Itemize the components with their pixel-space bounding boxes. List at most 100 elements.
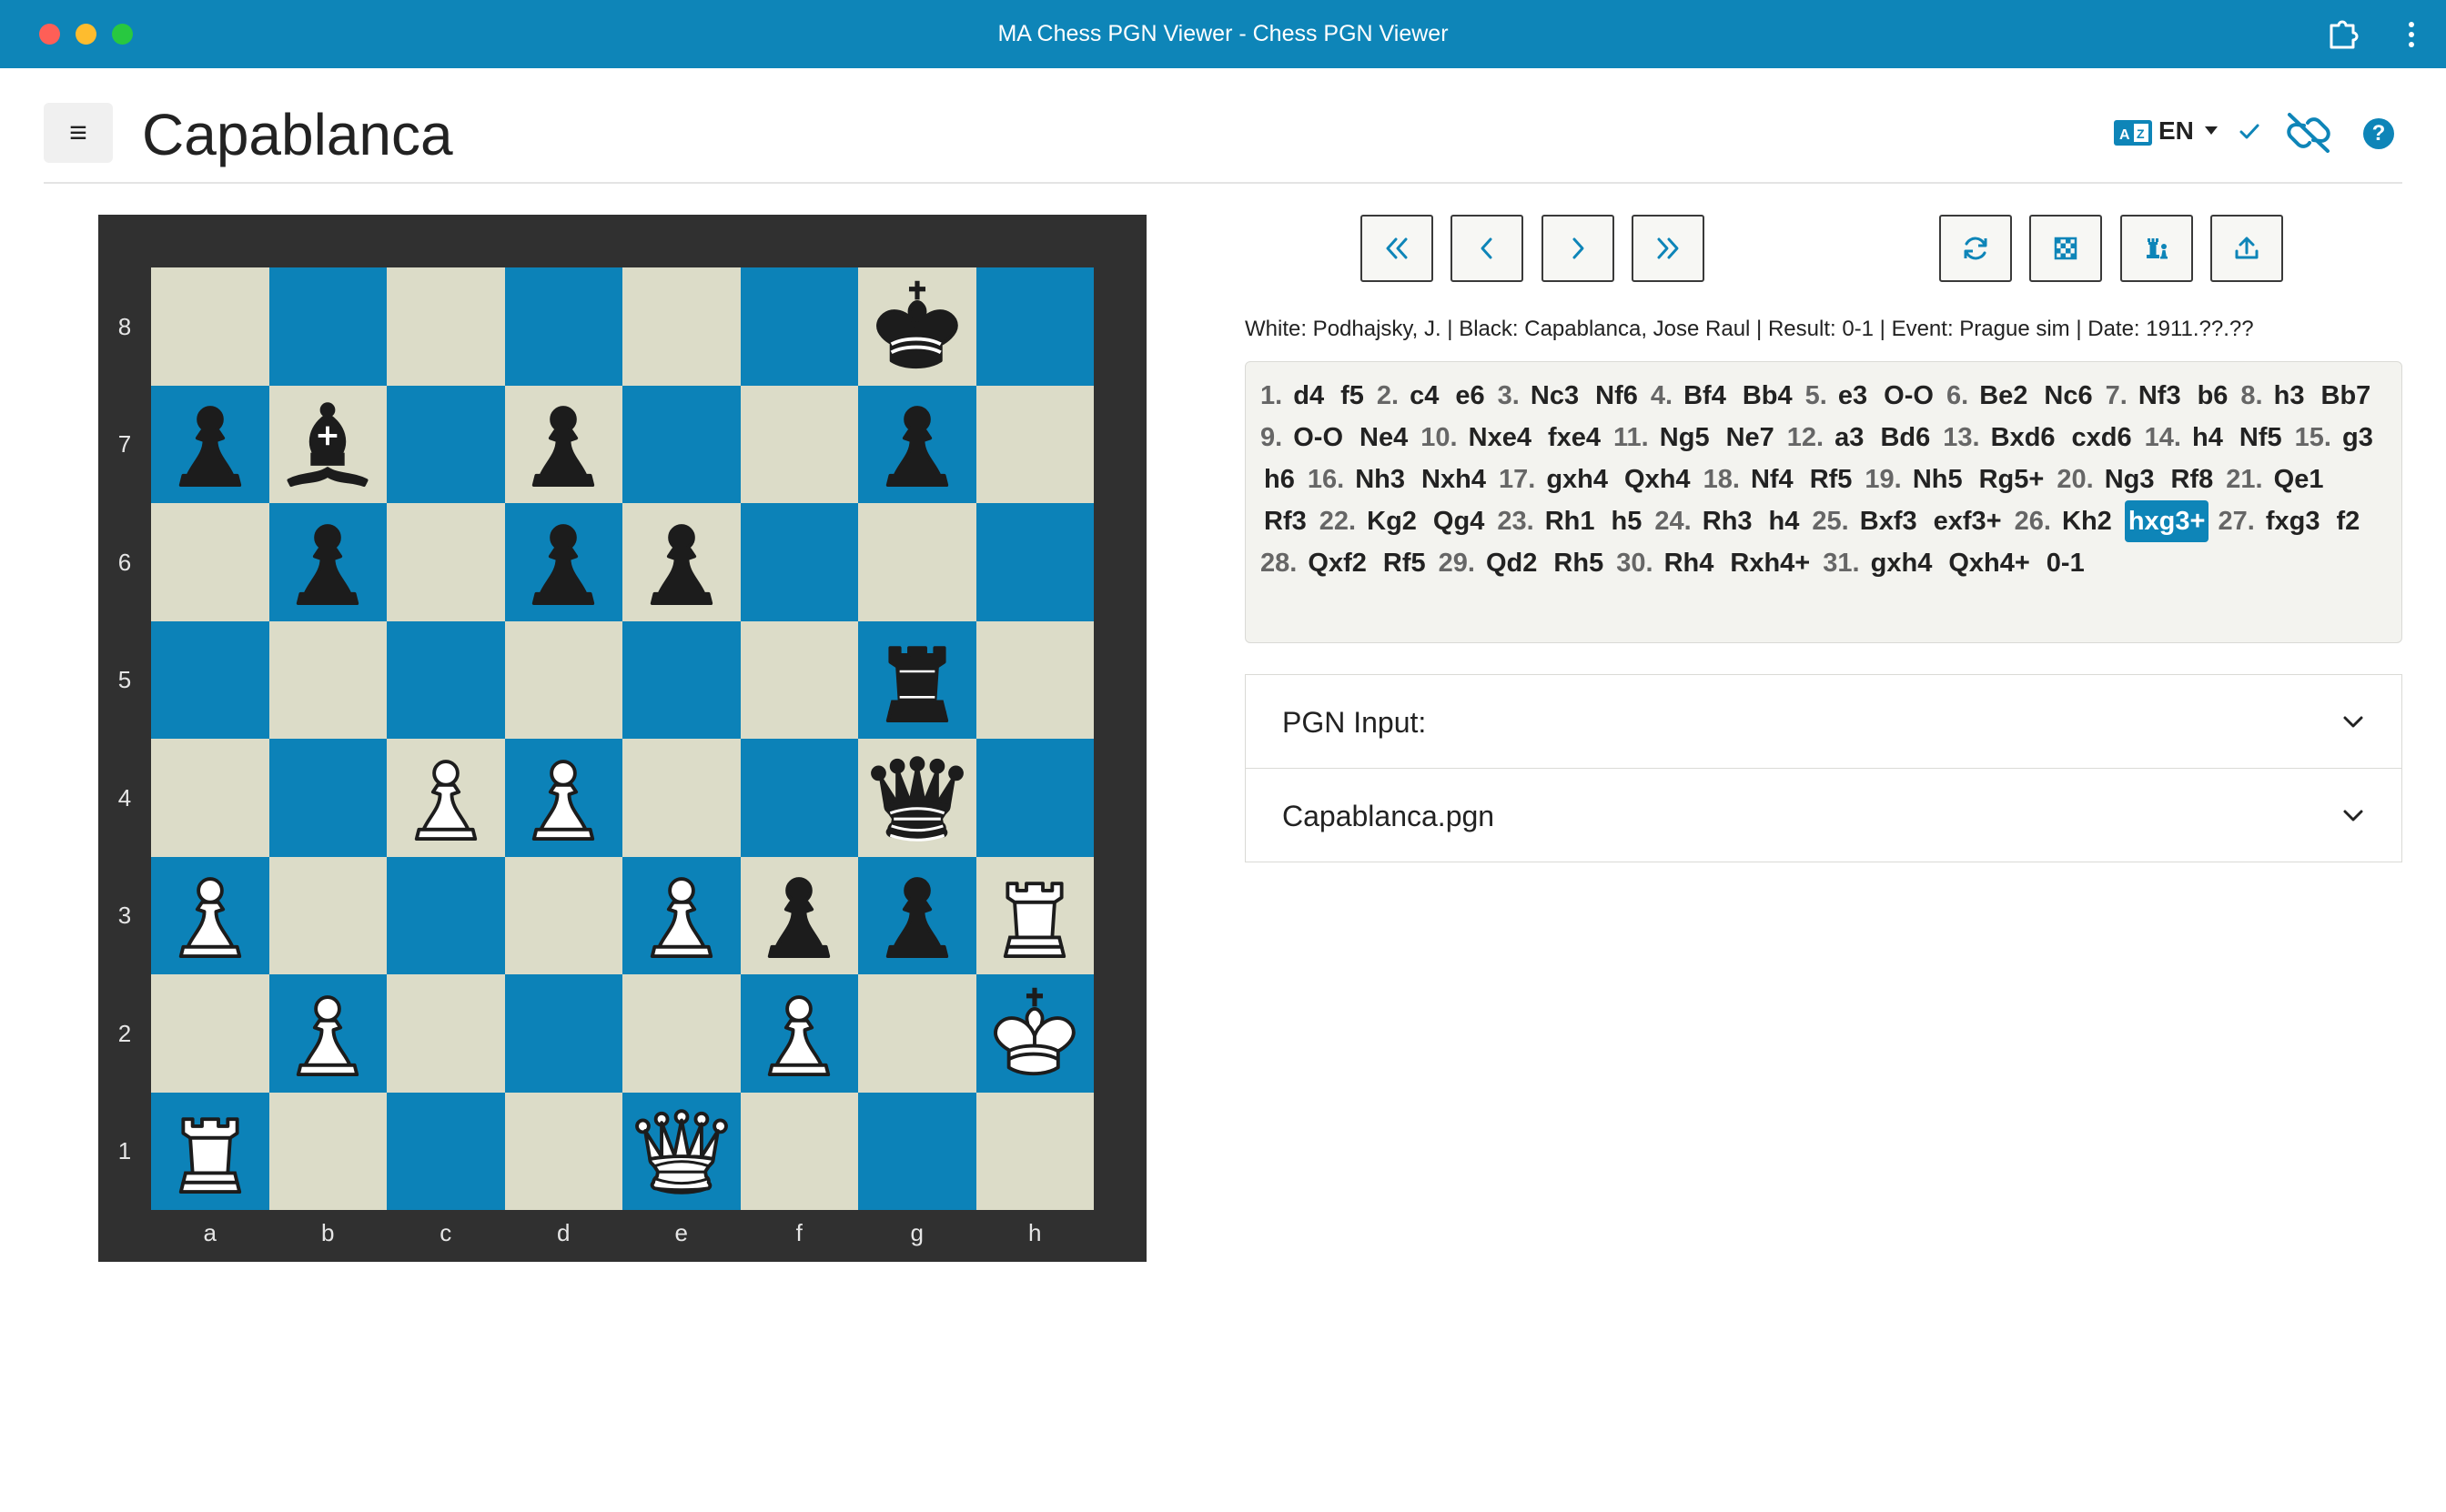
square-b6[interactable] [268,503,387,621]
square-e4[interactable] [622,739,741,857]
move[interactable]: a3 [1831,417,1867,459]
move[interactable]: Nh3 [1351,459,1409,500]
square-d5[interactable] [504,620,622,739]
move[interactable]: Rf5 [1806,459,1856,500]
square-g4[interactable] [858,739,976,857]
white-rook-icon[interactable] [982,862,1087,968]
square-g6[interactable] [858,503,976,621]
square-b3[interactable] [268,856,387,974]
piece-set-button[interactable] [2120,215,2193,282]
move[interactable]: Rf8 [2168,459,2218,500]
square-g2[interactable] [858,974,976,1093]
move[interactable]: O-O [1289,417,1347,459]
move[interactable]: Nc3 [1527,375,1582,417]
black-bishop-icon[interactable] [275,391,380,497]
square-b7[interactable] [268,385,387,503]
square-a7[interactable] [151,385,269,503]
square-c6[interactable] [387,503,505,621]
white-pawn-icon[interactable] [157,862,263,968]
move[interactable]: fxg3 [2262,500,2324,542]
black-rook-icon[interactable] [864,627,970,732]
white-pawn-icon[interactable] [629,862,734,968]
square-h5[interactable] [975,620,1094,739]
move[interactable]: Bxf3 [1856,500,1921,542]
move[interactable]: Bd6 [1876,417,1934,459]
move[interactable]: cxd6 [2068,417,2136,459]
square-f4[interactable] [740,739,858,857]
white-pawn-icon[interactable] [746,981,852,1086]
black-pawn-icon[interactable] [629,509,734,615]
white-king-icon[interactable] [982,981,1087,1086]
white-queen-icon[interactable] [629,1098,734,1204]
move[interactable]: Ng3 [2101,459,2158,500]
white-pawn-icon[interactable] [510,745,616,851]
black-pawn-icon[interactable] [864,862,970,968]
move[interactable]: fxe4 [1544,417,1604,459]
move[interactable]: Rf3 [1260,500,1310,542]
square-a4[interactable] [151,739,269,857]
black-pawn-icon[interactable] [157,391,263,497]
move[interactable]: h4 [1765,500,1804,542]
square-a5[interactable] [151,620,269,739]
move[interactable]: Rf5 [1380,542,1430,584]
pgn-input-panel[interactable]: PGN Input: [1245,674,2402,769]
language-icon[interactable]: A Z [2114,120,2152,146]
move[interactable]: Rg5+ [1976,459,2048,500]
move[interactable]: f2 [2332,500,2363,542]
move[interactable]: Qg4 [1430,500,1488,542]
move[interactable]: e6 [1451,375,1488,417]
move[interactable]: Bf4 [1680,375,1730,417]
move[interactable]: Nc6 [2040,375,2096,417]
move[interactable]: Bb7 [2318,375,2375,417]
square-c5[interactable] [387,620,505,739]
square-h7[interactable] [975,385,1094,503]
move[interactable]: Bb4 [1739,375,1796,417]
move[interactable]: Rh4 [1661,542,1718,584]
move[interactable]: d4 [1289,375,1328,417]
chevron-down-icon[interactable] [2205,126,2218,135]
square-f2[interactable] [740,974,858,1093]
square-g3[interactable] [858,856,976,974]
move[interactable]: Kg2 [1363,500,1420,542]
square-a6[interactable] [151,503,269,621]
square-g7[interactable] [858,385,976,503]
move[interactable]: Nf3 [2135,375,2185,417]
square-a8[interactable] [151,267,269,386]
square-e1[interactable] [622,1092,741,1210]
black-pawn-icon[interactable] [864,391,970,497]
square-f7[interactable] [740,385,858,503]
move[interactable]: Nf4 [1747,459,1797,500]
square-d2[interactable] [504,974,622,1093]
board-theme-button[interactable] [2029,215,2102,282]
first-move-button[interactable] [1360,215,1433,282]
move[interactable]: Rh1 [1541,500,1599,542]
move[interactable]: h3 [2270,375,2309,417]
extension-icon[interactable] [2324,16,2360,53]
chess-board[interactable] [151,267,1094,1210]
square-g1[interactable] [858,1092,976,1210]
move[interactable]: Be2 [1976,375,2031,417]
move[interactable]: Ng5 [1656,417,1713,459]
language-selector[interactable]: EN [2158,115,2194,147]
square-a1[interactable] [151,1092,269,1210]
menu-button[interactable]: ≡ [44,103,113,163]
square-c3[interactable] [387,856,505,974]
move[interactable]: Qe1 [2270,459,2328,500]
move[interactable]: Qd2 [1482,542,1541,584]
move[interactable]: Kh2 [2058,500,2116,542]
move[interactable]: Bxd6 [1987,417,2059,459]
move[interactable]: exf3+ [1930,500,2006,542]
black-queen-icon[interactable] [864,745,970,851]
square-c7[interactable] [387,385,505,503]
square-h8[interactable] [975,267,1094,386]
black-pawn-icon[interactable] [510,391,616,497]
square-e7[interactable] [622,385,741,503]
black-king-icon[interactable] [864,274,970,379]
square-b2[interactable] [268,974,387,1093]
square-e6[interactable] [622,503,741,621]
square-d3[interactable] [504,856,622,974]
last-move-button[interactable] [1632,215,1704,282]
square-c4[interactable] [387,739,505,857]
current-move[interactable]: hxg3+ [2124,500,2209,542]
move[interactable]: Rxh4+ [1726,542,1814,584]
